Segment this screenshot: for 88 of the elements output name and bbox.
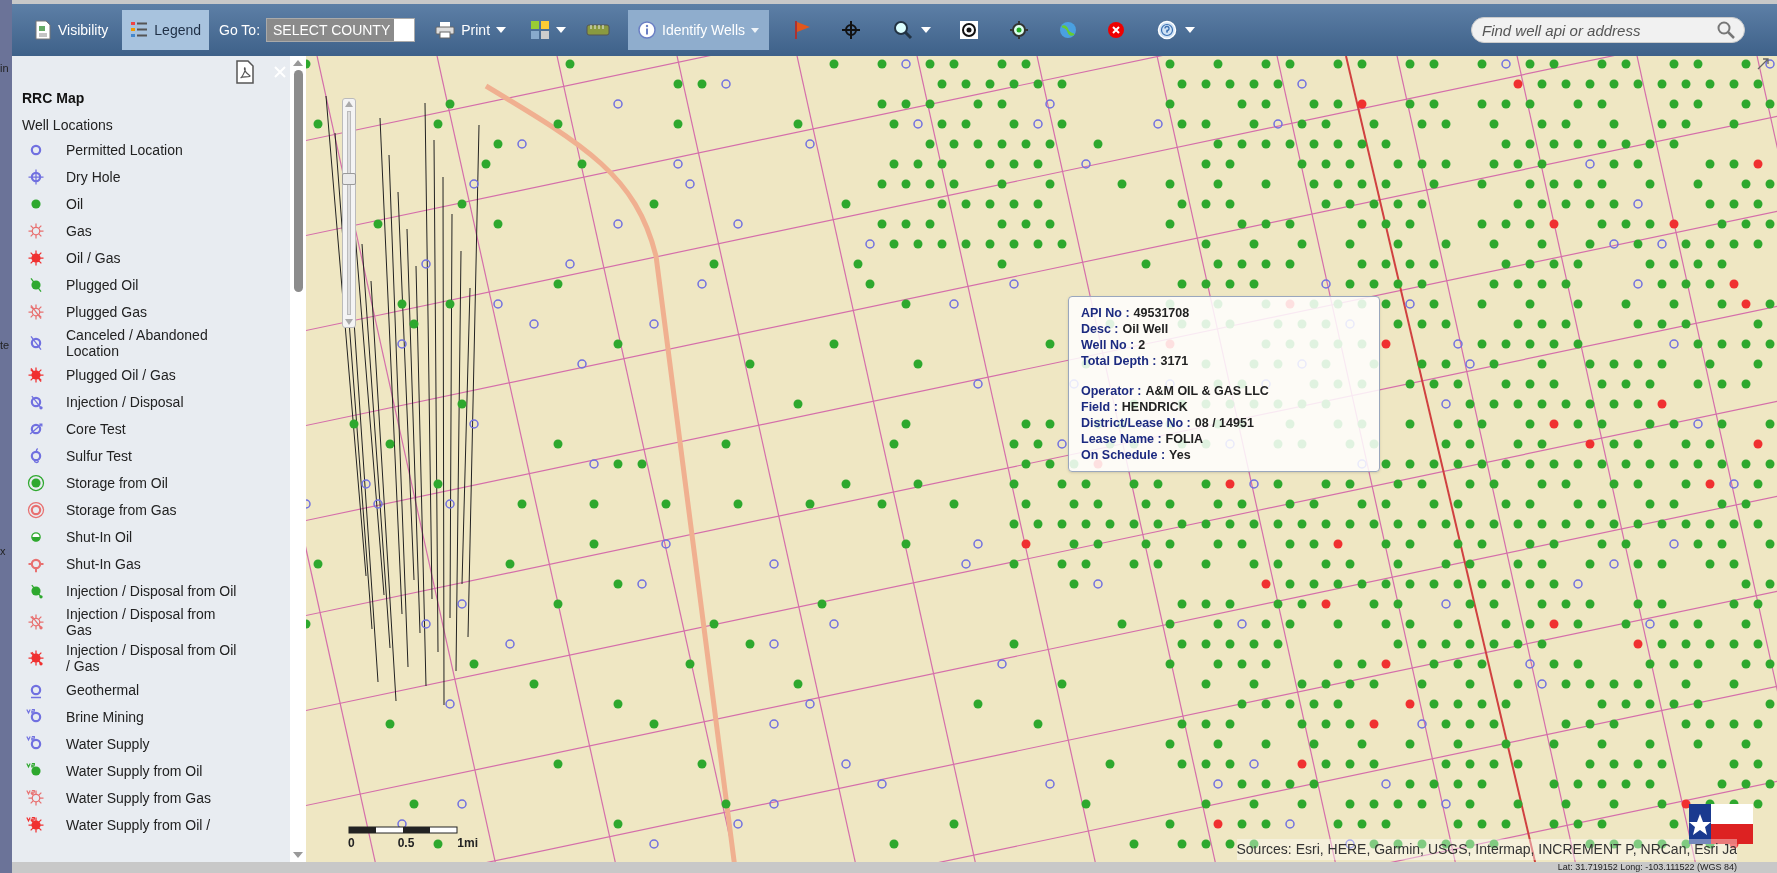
target-icon[interactable]	[959, 20, 980, 40]
field-label: Well No :	[1081, 337, 1135, 353]
field-value: A&M OIL & GAS LLC	[1145, 383, 1269, 399]
caret-icon[interactable]	[556, 27, 567, 33]
legend-icon[interactable]	[130, 20, 149, 40]
field-value: 3171	[1160, 353, 1189, 369]
info-icon[interactable]	[638, 21, 657, 39]
zoom-in-icon[interactable]	[345, 101, 353, 107]
legend-label: Permitted Location	[66, 141, 184, 158]
scale-label: 0.5	[397, 835, 415, 852]
legend-label: Brine Mining	[66, 708, 145, 725]
globe-icon[interactable]	[1059, 21, 1078, 39]
scrollbar[interactable]	[290, 56, 306, 862]
legend-label: Shut-In Oil	[66, 528, 134, 545]
field-value: 49531708	[1133, 305, 1190, 321]
ruler-icon[interactable]	[586, 23, 611, 37]
pdf-icon[interactable]	[234, 60, 256, 84]
field-label: District/Lease No :	[1081, 415, 1191, 431]
search-field[interactable]: Find well api or address	[1471, 17, 1745, 43]
legend-button[interactable]: Legend	[122, 10, 210, 50]
print-button[interactable]: Print	[427, 10, 515, 50]
crosshair-icon[interactable]	[841, 20, 862, 40]
legend-title: RRC Map	[22, 89, 86, 108]
field-label: API No :	[1081, 305, 1130, 321]
visibility-button[interactable]: Visibility	[26, 10, 117, 50]
legend-label: Injection / Disposal from Oil / Gas	[66, 642, 238, 674]
field-value: Yes	[1169, 447, 1191, 463]
field-value: Oil Well	[1122, 321, 1169, 337]
legend-label: Plugged Gas	[66, 303, 148, 320]
printer-icon[interactable]	[435, 21, 456, 39]
legend-label: Storage from Gas	[66, 501, 178, 518]
legend-label: Shut-In Gas	[66, 555, 142, 572]
texas-flag-icon	[1689, 804, 1753, 844]
county-select[interactable]: SELECT COUNTY	[266, 18, 416, 42]
search-icon[interactable]	[893, 20, 914, 40]
basemap-grid-icon[interactable]	[530, 20, 551, 40]
map-attribution: Sources: Esri, HERE, Garmin, USGS, Intermap, INCREMENT P, NRCan, Esri Ja	[1236, 839, 1737, 860]
legend-label: Oil	[66, 195, 85, 212]
zoom-slider[interactable]	[342, 98, 356, 328]
legend-label: Injection / Disposal from Gas	[66, 606, 217, 638]
legend-label: Water Supply from Gas	[66, 789, 212, 806]
legend-label: Gas	[66, 222, 93, 239]
locate-icon[interactable]	[1009, 20, 1030, 40]
scroll-down-icon[interactable]	[293, 852, 303, 858]
legend-label: Plugged Oil	[66, 276, 140, 293]
field-label: Desc :	[1081, 321, 1119, 337]
caret-icon[interactable]	[496, 27, 507, 33]
scrollbar-thumb[interactable]	[293, 70, 303, 292]
field-label: Field :	[1081, 399, 1118, 415]
field-label: On Schedule :	[1081, 447, 1166, 463]
window-text: te	[0, 337, 10, 353]
field-label: Lease Name :	[1081, 431, 1162, 447]
legend-label: Oil / Gas	[66, 249, 122, 266]
coordinates-readout: Lat: 31.719152 Long: -103.111522 (WGS 84)	[1557, 862, 1737, 872]
legend-label: Core Test	[66, 420, 127, 437]
goto-label: Go To:	[219, 20, 261, 40]
field-label: Operator :	[1081, 383, 1142, 399]
close-icon[interactable]	[1107, 21, 1126, 39]
slider-thumb[interactable]	[342, 172, 356, 185]
window-text: x	[0, 544, 6, 559]
field-value: FOLIA	[1165, 431, 1204, 447]
window-text: in	[0, 61, 9, 76]
legend-label: Water Supply	[66, 735, 151, 752]
legend-label: Sulfur Test	[66, 447, 133, 464]
legend-label: Plugged Oil / Gas	[66, 366, 177, 383]
scale-label: 0	[348, 835, 355, 852]
field-label: Total Depth :	[1081, 353, 1157, 369]
legend-label: Storage from Oil	[66, 474, 169, 491]
caret-icon[interactable]	[1185, 27, 1196, 33]
field-value: 2	[1138, 337, 1146, 353]
document-icon[interactable]	[34, 20, 52, 40]
caret-icon[interactable]	[921, 27, 932, 33]
legend-group-label: Well Locations	[22, 116, 114, 135]
expand-icon[interactable]	[1757, 58, 1769, 70]
help-icon[interactable]	[1157, 20, 1178, 40]
legend-label: Water Supply from Oil	[66, 762, 204, 779]
legend-label: Geothermal	[66, 681, 141, 698]
legend-label: Injection / Disposal from Oil	[66, 582, 238, 599]
legend-label: Dry Hole	[66, 168, 122, 185]
scroll-up-icon[interactable]	[293, 60, 303, 66]
field-value: 08 / 14951	[1194, 415, 1254, 431]
legend-label: Canceled / Abandoned Location	[66, 327, 209, 359]
legend-label: Injection / Disposal	[66, 393, 185, 410]
map-drawing[interactable]	[306, 56, 1777, 862]
scale-label: 1mi	[457, 835, 478, 852]
zoom-out-icon[interactable]	[345, 319, 353, 325]
legend-label: Water Supply from Oil /	[66, 816, 212, 833]
field-value: HENDRICK	[1121, 399, 1188, 415]
